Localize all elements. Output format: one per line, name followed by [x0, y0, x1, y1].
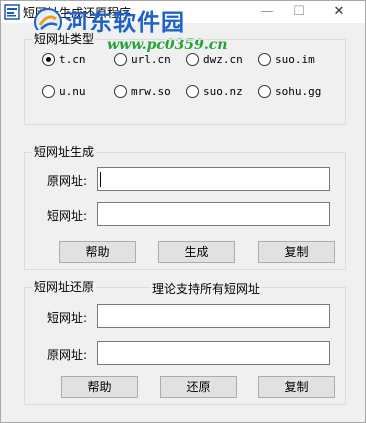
generate-short-url-label: 短网址:: [47, 209, 88, 223]
maximize-button[interactable]: ☐: [279, 1, 319, 23]
radio-label-sohu-gg[interactable]: sohu.gg: [275, 85, 321, 98]
text-caret: [100, 172, 101, 187]
restore-short-url-label: 短网址:: [47, 311, 88, 325]
radio-label-url-cn[interactable]: url.cn: [131, 53, 171, 66]
generate-copy-button[interactable]: 复制: [258, 241, 335, 263]
restore-button[interactable]: 还原: [160, 376, 237, 398]
restore-support-note: 理论支持所有短网址: [150, 280, 263, 297]
restore-help-button[interactable]: 帮助: [61, 376, 138, 398]
radio-label-suo-nz[interactable]: suo.nz: [203, 85, 243, 98]
generate-help-button[interactable]: 帮助: [59, 241, 136, 263]
generate-original-url-label: 原网址:: [47, 174, 88, 188]
app-icon: [4, 4, 20, 20]
radio-url-cn[interactable]: [114, 53, 127, 66]
generate-short-url-input[interactable]: [97, 202, 330, 226]
radio-dwz-cn[interactable]: [186, 53, 199, 66]
restore-short-url-input[interactable]: [97, 304, 330, 328]
type-group-label: 短网址类型: [32, 30, 97, 47]
app-window: 短网址生成还原程序 — ☐ ✕ 河东软件园 www.pc0359.cn 短网址类…: [0, 0, 366, 423]
generate-button[interactable]: 生成: [158, 241, 235, 263]
restore-original-url-input[interactable]: [97, 341, 330, 365]
restore-original-url-label: 原网址:: [47, 348, 88, 362]
restore-group-label: 短网址还原: [32, 278, 97, 295]
radio-label-t-cn[interactable]: t.cn: [59, 53, 86, 66]
generate-group-label: 短网址生成: [32, 143, 97, 160]
generate-original-url-input[interactable]: [97, 167, 330, 191]
radio-label-suo-im[interactable]: suo.im: [275, 53, 315, 66]
type-groupbox: [24, 39, 346, 125]
close-button[interactable]: ✕: [319, 1, 359, 23]
radio-label-mrw-so[interactable]: mrw.so: [131, 85, 171, 98]
radio-suo-im[interactable]: [258, 53, 271, 66]
radio-u-nu[interactable]: [42, 85, 55, 98]
radio-label-dwz-cn[interactable]: dwz.cn: [203, 53, 243, 66]
radio-t-cn[interactable]: [42, 53, 55, 66]
restore-copy-button[interactable]: 复制: [258, 376, 335, 398]
radio-sohu-gg[interactable]: [258, 85, 271, 98]
radio-suo-nz[interactable]: [186, 85, 199, 98]
radio-label-u-nu[interactable]: u.nu: [59, 85, 86, 98]
radio-mrw-so[interactable]: [114, 85, 127, 98]
